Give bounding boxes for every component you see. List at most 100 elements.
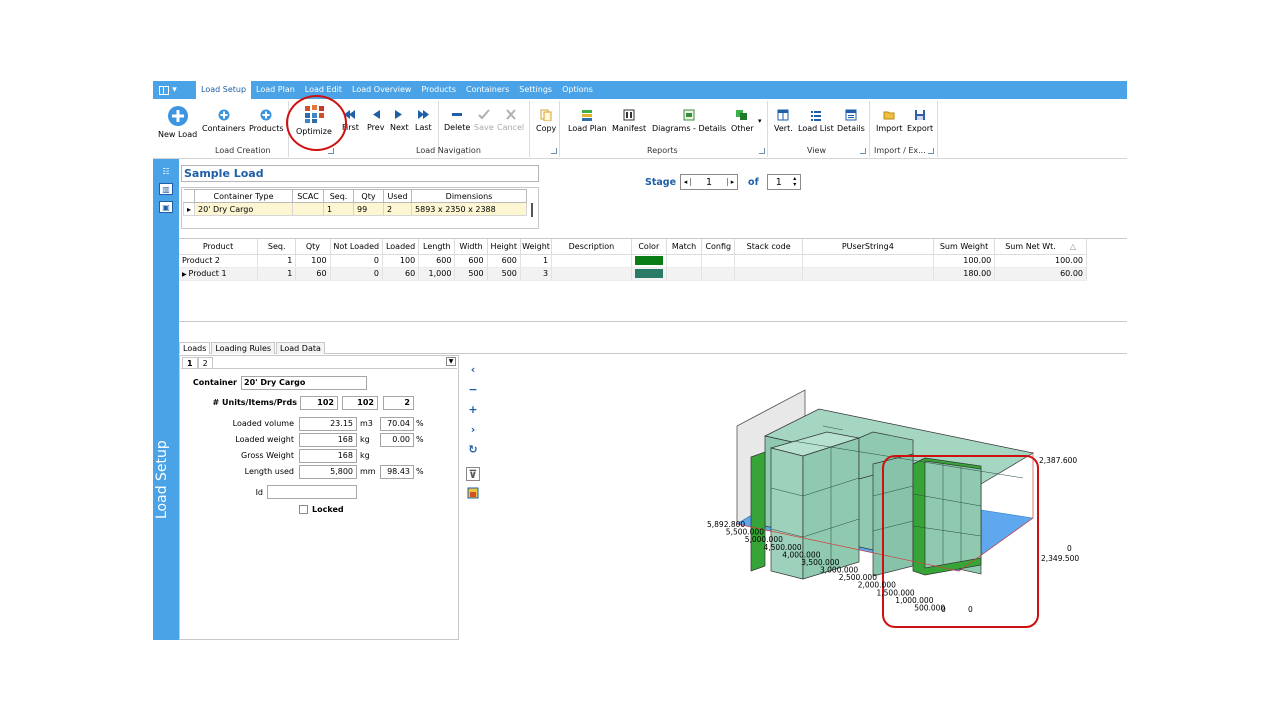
cell-puserstring4[interactable] xyxy=(802,267,934,281)
gross-weight-field[interactable]: 168 xyxy=(299,449,357,463)
col-length[interactable]: Length xyxy=(418,239,456,255)
length-used-pct-field[interactable]: 98.43 xyxy=(380,465,414,479)
cell-sum-net-wt[interactable]: 100.00 xyxy=(994,254,1087,268)
palette-icon[interactable] xyxy=(466,486,480,500)
cell-config[interactable] xyxy=(701,254,736,268)
col-seq[interactable]: Seq. xyxy=(257,239,297,255)
tab-loads[interactable]: Loads xyxy=(179,342,211,354)
cell-not-loaded[interactable]: 0 xyxy=(330,254,383,268)
dialog-launcher-icon[interactable] xyxy=(328,148,334,154)
loaded-volume-field[interactable]: 23.15 xyxy=(299,417,357,431)
other-button[interactable]: Other xyxy=(731,109,754,133)
cell-width[interactable]: 600 xyxy=(454,254,488,268)
plus-icon[interactable]: + xyxy=(466,402,480,416)
col-puserstring4[interactable]: PUserString4 xyxy=(802,239,934,255)
col-qty[interactable]: Qty xyxy=(353,189,385,203)
loaded-weight-field[interactable]: 168 xyxy=(299,433,357,447)
stage-value[interactable]: 1 xyxy=(691,177,727,188)
table-row[interactable]: ▶ Product 1 1 60 0 60 1,000 500 500 3 18… xyxy=(179,267,1087,281)
cell-sum-weight[interactable]: 100.00 xyxy=(933,254,996,268)
subtab-1[interactable]: 1 xyxy=(182,357,198,368)
details-button[interactable]: Details xyxy=(837,109,865,133)
load-name-field[interactable]: Sample Load xyxy=(181,165,539,182)
tree-icon[interactable]: ☷ xyxy=(159,165,173,177)
locked-checkbox[interactable] xyxy=(299,505,308,514)
prev-button[interactable]: Prev xyxy=(367,109,384,132)
cell-weight[interactable]: 3 xyxy=(520,267,553,281)
col-product[interactable]: Product xyxy=(179,239,259,255)
col-match[interactable]: Match xyxy=(666,239,703,255)
subtab-2[interactable]: 2 xyxy=(197,357,213,368)
col-not-loaded[interactable]: Not Loaded xyxy=(330,239,383,255)
col-seq[interactable]: Seq. xyxy=(323,189,355,203)
col-sum-net-wt[interactable]: Sum Net Wt. △ xyxy=(994,239,1087,255)
delete-button[interactable]: Delete xyxy=(444,109,470,132)
cell-product[interactable]: Product 2 xyxy=(179,254,259,268)
cell-description[interactable] xyxy=(551,254,632,268)
next-stage-icon[interactable]: ▸ xyxy=(727,178,737,186)
table-row[interactable]: Product 2 1 100 0 100 600 600 600 1 100.… xyxy=(179,254,1087,268)
tab-loading-rules[interactable]: Loading Rules xyxy=(211,342,276,354)
cell-qty[interactable]: 60 xyxy=(295,267,331,281)
stage-spinner[interactable]: ◂ 1 ▸ xyxy=(680,174,739,190)
cell-sum-net-wt[interactable]: 60.00 xyxy=(994,267,1087,281)
cell-qty[interactable]: 100 xyxy=(295,254,331,268)
cell-match[interactable] xyxy=(666,267,703,281)
col-qty[interactable]: Qty xyxy=(295,239,331,255)
prev-stage-icon[interactable]: ◂ xyxy=(681,178,692,186)
col-loaded[interactable]: Loaded xyxy=(382,239,420,255)
products-button[interactable]: Products xyxy=(249,109,284,133)
image-icon[interactable]: ▣ xyxy=(159,201,173,213)
table-row[interactable]: ▸ 20' Dry Cargo 1 99 2 5893 x 2350 x 238… xyxy=(182,202,528,216)
cell-qty[interactable]: 99 xyxy=(353,202,385,216)
length-used-field[interactable]: 5,800 xyxy=(299,465,357,479)
cell-loaded[interactable]: 60 xyxy=(382,267,420,281)
filter-icon[interactable]: ⊽ xyxy=(466,467,480,481)
load-3d-view[interactable]: 2,387.600 0 2,349.500 5,892.800 5,500.000… xyxy=(493,366,1127,640)
grid-scrollbar[interactable] xyxy=(531,203,533,217)
cancel-button[interactable]: Cancel xyxy=(497,109,524,132)
dialog-launcher-icon[interactable] xyxy=(551,148,557,154)
app-menu-button[interactable]: ▾ xyxy=(153,81,183,99)
save-button[interactable]: Save xyxy=(474,109,494,132)
col-sum-weight[interactable]: Sum Weight xyxy=(933,239,996,255)
cell-height[interactable]: 500 xyxy=(487,267,521,281)
tab-options[interactable]: Options xyxy=(557,81,598,99)
units-field[interactable]: 102 xyxy=(300,396,338,410)
col-dimensions[interactable]: Dimensions xyxy=(411,189,528,203)
id-field[interactable] xyxy=(267,485,357,499)
minus-icon[interactable]: − xyxy=(466,382,480,396)
prds-field[interactable]: 2 xyxy=(383,396,414,410)
dialog-launcher-icon[interactable] xyxy=(759,148,765,154)
cell-scac[interactable] xyxy=(292,202,325,216)
dropdown-arrow-icon[interactable]: ▼ xyxy=(446,357,456,366)
import-button[interactable]: Import xyxy=(876,109,903,133)
cell-sum-weight[interactable]: 180.00 xyxy=(933,267,996,281)
tab-containers[interactable]: Containers xyxy=(461,81,514,99)
manifest-button[interactable]: Manifest xyxy=(612,109,646,133)
next-button[interactable]: Next xyxy=(390,109,409,132)
col-used[interactable]: Used xyxy=(383,189,413,203)
copy-button[interactable]: Copy xyxy=(536,109,556,133)
layout-icon[interactable]: ▥ xyxy=(159,183,173,195)
new-load-button[interactable]: New Load xyxy=(158,105,197,139)
col-config[interactable]: Config xyxy=(701,239,736,255)
cell-color[interactable] xyxy=(631,267,667,281)
loaded-weight-pct-field[interactable]: 0.00 xyxy=(380,433,414,447)
cell-weight[interactable]: 1 xyxy=(520,254,553,268)
col-container-type[interactable]: Container Type xyxy=(194,189,294,203)
tab-load-plan[interactable]: Load Plan xyxy=(251,81,300,99)
cell-description[interactable] xyxy=(551,267,632,281)
col-weight[interactable]: Weight xyxy=(520,239,553,255)
tab-load-setup[interactable]: Load Setup xyxy=(196,81,252,99)
container-field[interactable]: 20' Dry Cargo xyxy=(241,376,367,390)
diagrams-details-button[interactable]: Diagrams - Details xyxy=(652,109,726,133)
cell-length[interactable]: 600 xyxy=(418,254,456,268)
chevron-left-icon[interactable]: ‹ xyxy=(466,362,480,376)
cell-container-type[interactable]: 20' Dry Cargo xyxy=(194,202,294,216)
col-description[interactable]: Description xyxy=(551,239,632,255)
cell-seq[interactable]: 1 xyxy=(257,267,297,281)
tab-load-overview[interactable]: Load Overview xyxy=(347,81,416,99)
cell-not-loaded[interactable]: 0 xyxy=(330,267,383,281)
loaded-volume-pct-field[interactable]: 70.04 xyxy=(380,417,414,431)
